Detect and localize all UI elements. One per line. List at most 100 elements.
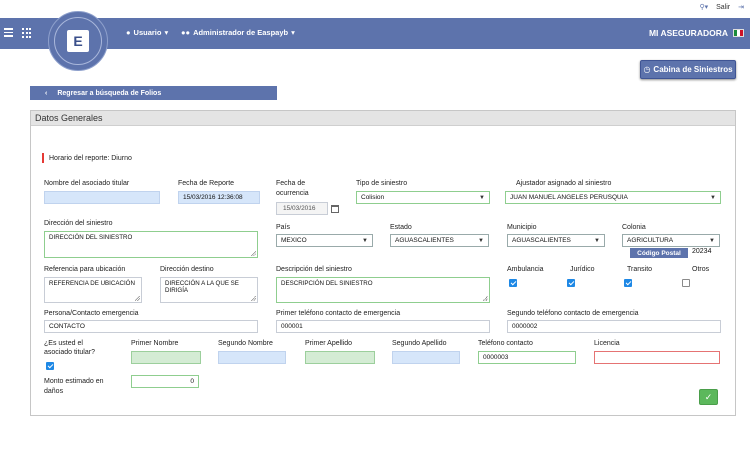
transito-checkbox[interactable] [624,279,632,287]
main-navbar: ● Usuario ▾ ●● Administrador de Easpayb … [0,18,750,49]
fecha-ocurrencia-label-1: Fecha de [276,180,306,187]
otros-checkbox[interactable] [682,279,690,287]
hamburger-menu-icon[interactable] [4,28,13,37]
segundo-apellido-field[interactable] [392,351,460,364]
tipo-siniestro-label: Tipo de siniestro [356,180,408,187]
schedule-marker [42,153,44,163]
ajustador-value: JUAN MANUEL ANGELES PERUSQUIA [510,194,628,201]
es-titular-label-2: asociado titular? [44,349,95,356]
estado-value: AGUASCALIENTES [395,237,454,244]
municipio-select[interactable]: AGUASCALIENTES ▼ [507,234,605,247]
juridico-checkbox[interactable] [567,279,575,287]
resize-grip-icon[interactable] [135,296,140,301]
direccion-destino-textarea[interactable]: DIRECCIÓN A LA QUE SE DIRIGÍA [160,277,258,303]
cabina-button-label: Cabina de Siniestros [653,65,733,74]
nombre-asociado-label: Nombre del asociado titular [44,180,130,187]
segundo-telefono-field[interactable]: 0000002 [507,320,721,333]
insurer-brand: MI ASEGURADORA [648,28,728,38]
tipo-siniestro-select[interactable]: Colision ▼ [356,191,490,204]
calendar-icon[interactable] [330,202,340,215]
ajustador-label: Ajustador asignado al siniestro [516,180,612,187]
user-menu-label: Usuario [133,28,162,37]
pais-select[interactable]: MEXICO ▼ [276,234,373,247]
otros-label: Otros [692,266,710,273]
chevron-down-icon: ▼ [478,237,484,244]
direccion-siniestro-textarea[interactable]: DIRECCIÓN DEL SINIESTRO [44,231,258,258]
checkmark-icon: ✓ [704,391,713,402]
primer-telefono-label: Primer teléfono contacto de emergencia [276,310,401,317]
logo-mark: E [67,30,89,52]
back-button-label: Regresar a búsqueda de Folios [57,89,162,97]
logo-ring: E [54,17,102,65]
fecha-ocurrencia-field[interactable]: 15/03/2016 [276,202,328,215]
segundo-nombre-field[interactable] [218,351,286,364]
codigo-postal-label: Código Postal [630,248,688,258]
referencia-textarea[interactable]: REFERENCIA DE UBICACIÓN [44,277,142,303]
ambulancia-label: Ambulancia [507,266,544,273]
direccion-siniestro-value: DIRECCIÓN DEL SINIESTRO [49,234,133,241]
juridico-label: Jurídico [570,266,595,273]
mexico-flag-icon[interactable] [733,29,744,37]
monto-field[interactable]: 0 [131,375,199,388]
user-menu[interactable]: ● Usuario ▾ [126,28,168,37]
top-strip: ⚲▾ Salir ⇥ [0,0,750,18]
transito-label: Transito [627,266,653,273]
chevron-left-icon: ‹ [45,89,48,97]
resize-grip-icon[interactable] [251,296,256,301]
estado-select[interactable]: AGUASCALIENTES ▼ [390,234,489,247]
colonia-value: AGRICULTURA [627,237,674,244]
ambulancia-checkbox[interactable] [509,279,517,287]
nombre-asociado-field[interactable] [44,191,160,204]
users-group-icon: ●● [181,28,191,37]
codigo-postal-value: 20234 [692,248,712,255]
app-logo[interactable]: E [48,11,108,71]
pais-value: MEXICO [281,237,307,244]
segundo-apellido-label: Segundo Apellido [392,340,447,347]
tools-icon[interactable]: ⚲▾ [699,3,708,11]
fecha-reporte-label: Fecha de Reporte [178,180,235,187]
chevron-down-icon: ▼ [710,194,716,201]
es-titular-checkbox[interactable] [46,362,54,370]
direccion-siniestro-label: Dirección del siniestro [44,220,113,227]
top-strip-actions: ⚲▾ Salir ⇥ [699,3,744,12]
fecha-ocurrencia-label-2: ocurrencia [276,190,309,197]
primer-apellido-field[interactable] [305,351,375,364]
schedule-text: Horario del reporte: Diurno [49,154,132,162]
persona-contacto-field[interactable]: CONTACTO [44,320,258,333]
telefono-contacto-label: Teléfono contacto [478,340,533,347]
admin-menu-label: Administrador de Easpayb [193,28,289,37]
chevron-down-icon: ▾ [164,28,169,37]
user-icon: ● [126,28,131,37]
exit-icon[interactable]: ⇥ [738,3,744,11]
referencia-label: Referencia para ubicación [44,266,126,273]
descripcion-label: Descripción del siniestro [276,266,352,273]
exit-link-label[interactable]: Salir [716,4,730,11]
clock-icon: ◷ [643,65,651,74]
municipio-label: Municipio [507,224,537,231]
logo-letter: E [73,33,83,49]
back-to-search-button[interactable]: ‹ Regresar a búsqueda de Folios [30,86,277,100]
cabina-siniestros-button[interactable]: ◷ Cabina de Siniestros [640,60,736,79]
descripcion-textarea[interactable]: DESCRIPCIÓN DEL SINIESTRO [276,277,490,303]
resize-grip-icon[interactable] [251,251,256,256]
primer-telefono-field[interactable]: 000001 [276,320,490,333]
tipo-siniestro-value: Colision [361,194,385,201]
panel-title: Datos Generales [31,111,735,126]
admin-menu[interactable]: ●● Administrador de Easpayb ▾ [181,28,295,37]
colonia-select[interactable]: AGRICULTURA ▼ [622,234,720,247]
telefono-contacto-field[interactable]: 0000003 [478,351,576,364]
primer-nombre-field[interactable] [131,351,201,364]
monto-label-1: Monto estimado en [44,378,104,385]
resize-grip-icon[interactable] [483,296,488,301]
chevron-down-icon: ▼ [594,237,600,244]
persona-contacto-label: Persona/Contacto emergencia [44,310,139,317]
direccion-destino-value: DIRECCIÓN A LA QUE SE DIRIGÍA [165,280,239,294]
chevron-down-icon: ▼ [479,194,485,201]
apps-grid-icon[interactable] [22,28,32,38]
segundo-telefono-label: Segundo teléfono contacto de emergencia [507,310,639,317]
chevron-down-icon: ▼ [362,237,368,244]
licencia-field[interactable] [594,351,720,364]
monto-label-2: daños [44,388,64,395]
save-button[interactable]: ✓ [699,389,718,405]
ajustador-select[interactable]: JUAN MANUEL ANGELES PERUSQUIA ▼ [505,191,721,204]
